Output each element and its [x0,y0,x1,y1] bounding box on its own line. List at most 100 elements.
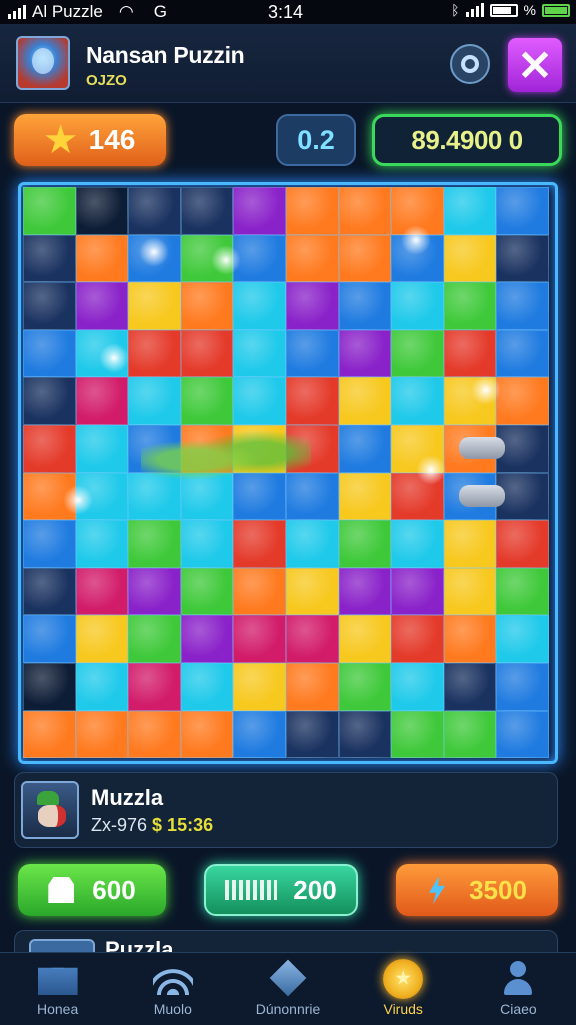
puzzle-piece[interactable] [443,662,497,711]
puzzle-piece[interactable] [338,377,392,425]
puzzle-piece[interactable] [338,234,392,283]
puzzle-piece[interactable] [285,234,339,283]
puzzle-piece[interactable] [338,424,392,473]
puzzle-piece[interactable] [443,710,497,759]
nav-dunonnrie[interactable]: Dúnonnrie [230,953,345,1025]
puzzle-piece[interactable] [75,567,129,616]
puzzle-piece[interactable] [23,567,76,616]
puzzle-piece[interactable] [23,377,76,425]
puzzle-piece[interactable] [128,520,181,568]
puzzle-piece[interactable] [233,282,286,330]
puzzle-piece[interactable] [496,567,549,616]
target-icon[interactable] [450,44,490,84]
puzzle-piece[interactable] [338,472,392,521]
puzzle-piece[interactable] [180,377,234,425]
puzzle-piece[interactable] [75,234,129,283]
puzzle-piece[interactable] [496,234,549,283]
puzzle-piece[interactable] [23,615,76,663]
puzzle-piece[interactable] [128,662,181,711]
puzzle-piece[interactable] [443,234,497,283]
nav-home[interactable]: Honea [0,953,115,1025]
puzzle-piece[interactable] [443,520,497,568]
puzzle-piece[interactable] [233,710,286,759]
hammer-booster-button[interactable]: 200 [204,864,358,916]
shield-booster-button[interactable]: 600 [18,864,166,916]
puzzle-piece[interactable] [285,567,339,616]
player-card[interactable]: Muzzla Zx-976 $ 15:36 [14,772,558,848]
puzzle-piece[interactable] [75,424,129,473]
puzzle-piece[interactable] [285,520,339,568]
puzzle-piece[interactable] [180,615,234,663]
puzzle-piece[interactable] [391,282,444,330]
puzzle-piece[interactable] [285,282,339,330]
coins-pill[interactable]: 89.4900 0 [372,114,562,166]
puzzle-piece[interactable] [128,282,181,330]
puzzle-piece[interactable] [23,710,76,759]
puzzle-piece[interactable] [391,662,444,711]
puzzle-piece[interactable] [496,662,549,711]
puzzle-piece[interactable] [338,662,392,711]
close-button[interactable]: ✕ [508,38,562,92]
puzzle-piece[interactable] [285,615,339,663]
puzzle-piece[interactable] [443,282,497,330]
nav-viruds[interactable]: Viruds [346,953,461,1025]
puzzle-piece[interactable] [23,520,76,568]
puzzle-piece[interactable] [128,377,181,425]
puzzle-piece[interactable] [285,710,339,759]
puzzle-piece[interactable] [75,282,129,330]
puzzle-piece[interactable] [285,187,339,235]
puzzle-piece[interactable] [443,615,497,663]
puzzle-piece[interactable] [338,615,392,663]
puzzle-board[interactable] [18,182,558,764]
puzzle-piece[interactable] [338,329,392,378]
puzzle-piece[interactable] [443,329,497,378]
puzzle-piece[interactable] [443,187,497,235]
puzzle-piece[interactable] [233,567,286,616]
puzzle-piece[interactable] [443,567,497,616]
puzzle-piece[interactable] [496,710,549,759]
puzzle-piece[interactable] [338,520,392,568]
puzzle-piece[interactable] [391,710,444,759]
puzzle-piece[interactable] [128,567,181,616]
puzzle-piece[interactable] [23,424,76,473]
puzzle-piece[interactable] [23,187,76,235]
puzzle-piece[interactable] [23,329,76,378]
alien-avatar-icon[interactable] [16,36,70,90]
puzzle-piece[interactable] [285,662,339,711]
puzzle-piece[interactable] [233,187,286,235]
puzzle-piece[interactable] [75,710,129,759]
puzzle-piece[interactable] [391,567,444,616]
score-pill[interactable]: 146 [14,114,166,166]
puzzle-piece[interactable] [233,234,286,283]
puzzle-piece[interactable] [496,520,549,568]
puzzle-piece[interactable] [180,710,234,759]
puzzle-piece[interactable] [23,662,76,711]
puzzle-piece[interactable] [180,567,234,616]
puzzle-piece[interactable] [75,615,129,663]
puzzle-piece[interactable] [391,615,444,663]
nav-ciaeo[interactable]: Ciaeo [461,953,576,1025]
puzzle-piece[interactable] [128,710,181,759]
puzzle-piece[interactable] [496,329,549,378]
puzzle-piece[interactable] [233,520,286,568]
puzzle-piece[interactable] [338,282,392,330]
puzzle-piece[interactable] [180,329,234,378]
puzzle-piece[interactable] [75,187,129,235]
puzzle-piece[interactable] [285,329,339,378]
puzzle-piece[interactable] [496,615,549,663]
puzzle-piece[interactable] [180,282,234,330]
puzzle-piece[interactable] [233,615,286,663]
puzzle-piece[interactable] [75,662,129,711]
puzzle-piece[interactable] [128,187,181,235]
puzzle-piece[interactable] [128,615,181,663]
puzzle-piece[interactable] [338,710,392,759]
nav-muolo[interactable]: Muolo [115,953,230,1025]
puzzle-piece[interactable] [496,282,549,330]
puzzle-piece[interactable] [180,187,234,235]
puzzle-piece[interactable] [233,377,286,425]
puzzle-piece[interactable] [285,377,339,425]
puzzle-piece[interactable] [496,187,549,235]
puzzle-piece[interactable] [338,567,392,616]
puzzle-piece[interactable] [23,282,76,330]
puzzle-piece[interactable] [233,662,286,711]
